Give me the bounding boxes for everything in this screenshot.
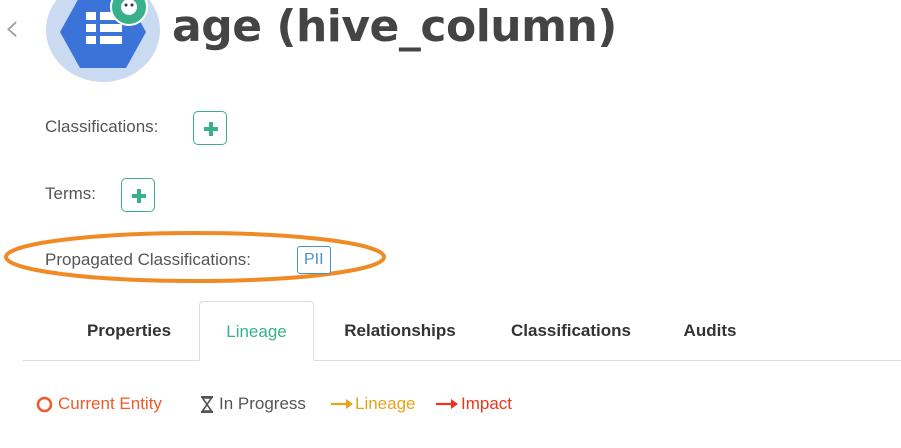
add-classification-button[interactable] bbox=[193, 111, 227, 145]
hourglass-icon bbox=[200, 396, 214, 413]
legend-impact: Impact bbox=[461, 394, 513, 413]
tab-lineage[interactable]: Lineage bbox=[199, 301, 314, 361]
impact-arrow-icon bbox=[436, 399, 458, 409]
tab-classifications[interactable]: Classifications bbox=[492, 301, 650, 361]
plus-icon bbox=[204, 122, 218, 136]
legend-current-entity: Current Entity bbox=[58, 394, 162, 413]
hive-badge-icon bbox=[110, 0, 148, 26]
lineage-arrow-icon bbox=[331, 399, 353, 409]
classifications-label: Classifications: bbox=[45, 117, 159, 136]
add-term-button[interactable] bbox=[121, 178, 155, 212]
tab-audits[interactable]: Audits bbox=[662, 301, 758, 361]
legend-in-progress: In Progress bbox=[219, 394, 306, 413]
tab-properties[interactable]: Properties bbox=[68, 301, 190, 361]
page-title: age (hive_column) bbox=[172, 1, 617, 52]
legend-lineage: Lineage bbox=[355, 394, 416, 413]
tab-relationships[interactable]: Relationships bbox=[322, 301, 478, 361]
back-chevron-icon[interactable]: ‹ bbox=[4, 4, 40, 54]
terms-label: Terms: bbox=[45, 184, 96, 203]
plus-icon bbox=[132, 189, 146, 203]
propagated-classification-tag[interactable]: PII bbox=[297, 246, 331, 274]
propagated-classifications-label: Propagated Classifications: bbox=[45, 250, 252, 269]
circle-outline-icon bbox=[36, 396, 53, 413]
